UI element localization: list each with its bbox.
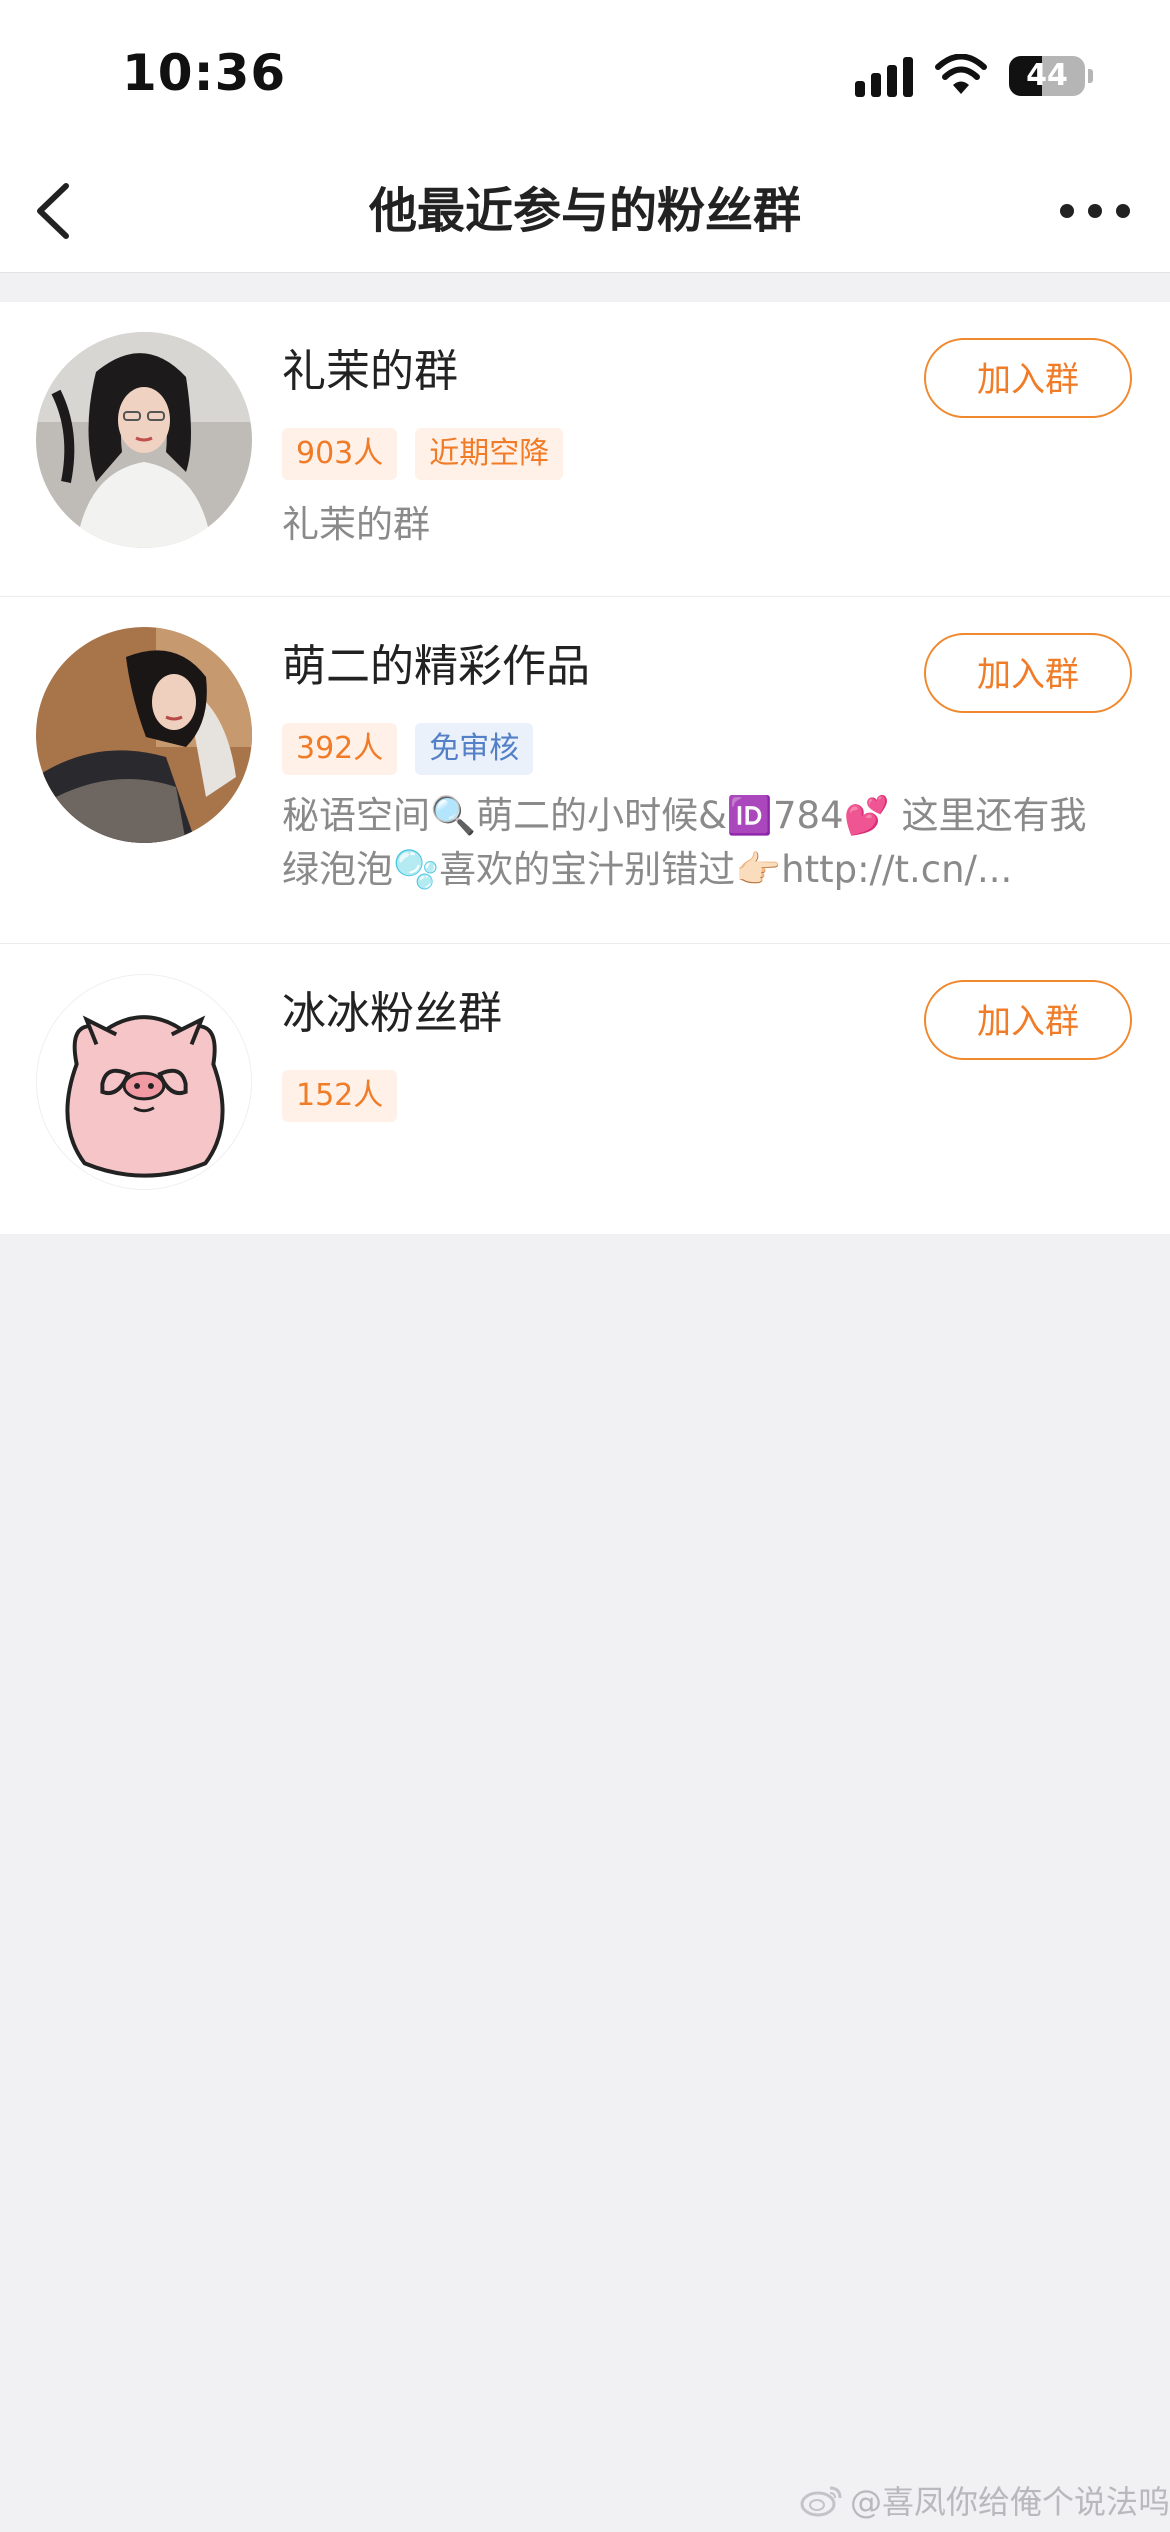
group-item[interactable]: 礼茉的群 903人 近期空降 礼茉的群 加入群: [0, 302, 1170, 597]
group-name[interactable]: 礼茉的群: [282, 344, 458, 400]
member-count-tag: 152人: [282, 1070, 398, 1122]
more-dots-icon[interactable]: [1050, 176, 1140, 246]
join-group-button[interactable]: 加入群: [924, 338, 1132, 418]
group-item[interactable]: 萌二的精彩作品 392人 免审核 秘语空间🔍萌二的小时候&🆔784💕 这里还有我…: [0, 597, 1170, 944]
wifi-icon: [935, 54, 987, 94]
group-avatar[interactable]: [36, 332, 252, 548]
back-chevron-icon[interactable]: [22, 176, 92, 246]
group-tags: 392人 免审核: [282, 723, 534, 775]
no-review-tag: 免审核: [415, 723, 534, 775]
weibo-watermark: @喜凤你给俺个说法呜: [800, 2480, 1170, 2521]
woman-in-white-shirt-image: [36, 332, 252, 548]
member-count-tag: 392人: [282, 723, 398, 775]
page-title: 他最近参与的粉丝群: [368, 183, 801, 239]
pink-pig-cartoon-image: [37, 975, 251, 1189]
battery-tip: [1088, 69, 1093, 83]
weibo-logo-icon: [800, 2486, 842, 2517]
group-name[interactable]: 冰冰粉丝群: [282, 986, 502, 1042]
group-tags: 903人 近期空降: [282, 428, 564, 480]
group-name[interactable]: 萌二的精彩作品: [282, 639, 590, 695]
woman-in-black-outfit-image: [36, 627, 252, 843]
status-tag: 近期空降: [415, 428, 564, 480]
watermark-text: @喜凤你给俺个说法呜: [850, 2483, 1170, 2521]
join-group-button[interactable]: 加入群: [924, 633, 1132, 713]
group-item[interactable]: 冰冰粉丝群 152人 加入群: [0, 944, 1170, 1234]
status-time: 10:36: [122, 44, 287, 102]
group-description: 礼茉的群: [282, 503, 430, 546]
group-description: 秘语空间🔍萌二的小时候&🆔784💕 这里还有我绿泡泡🫧喜欢的宝汁别错过👉🏻htt…: [282, 794, 1087, 891]
join-group-button[interactable]: 加入群: [924, 980, 1132, 1060]
member-count-tag: 903人: [282, 428, 398, 480]
group-avatar[interactable]: [36, 627, 252, 843]
group-avatar[interactable]: [36, 974, 252, 1190]
battery-icon: 44: [1009, 56, 1085, 96]
fan-group-list: 礼茉的群 903人 近期空降 礼茉的群 加入群 萌二的精彩作品 392人 免审核: [0, 302, 1170, 1234]
cellular-signal-icon: [855, 57, 913, 97]
battery-percent: 44: [1026, 58, 1068, 93]
group-tags: 152人: [282, 1070, 398, 1122]
nav-bar: 他最近参与的粉丝群: [0, 150, 1170, 273]
status-bar: 10:36 44: [0, 0, 1170, 150]
